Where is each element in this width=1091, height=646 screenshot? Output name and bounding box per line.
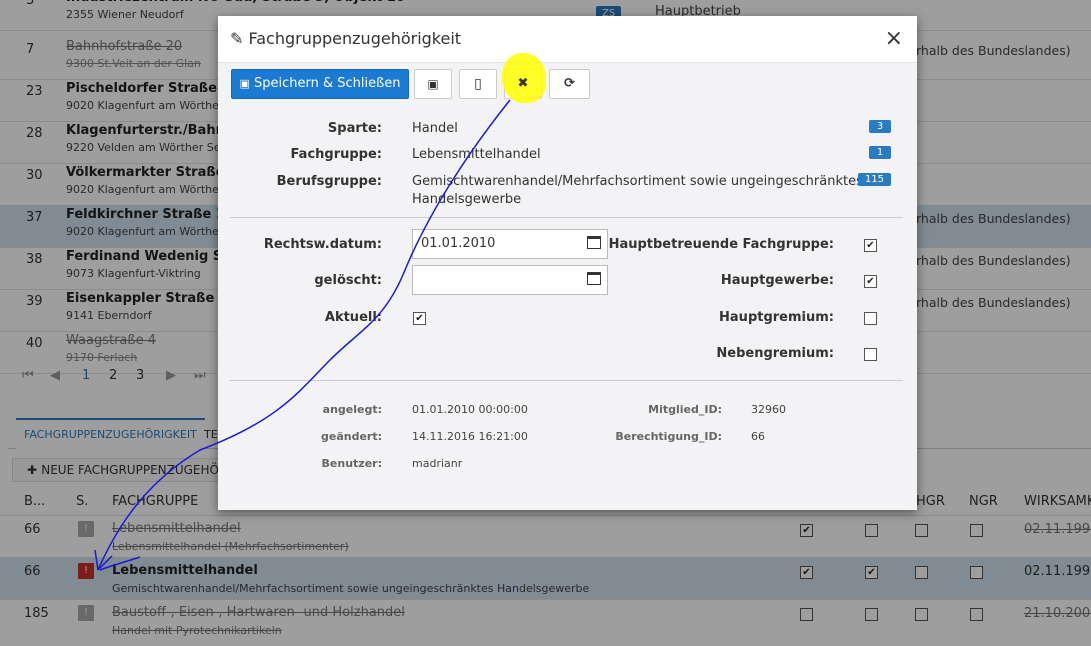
annotation-arrow <box>94 99 511 571</box>
